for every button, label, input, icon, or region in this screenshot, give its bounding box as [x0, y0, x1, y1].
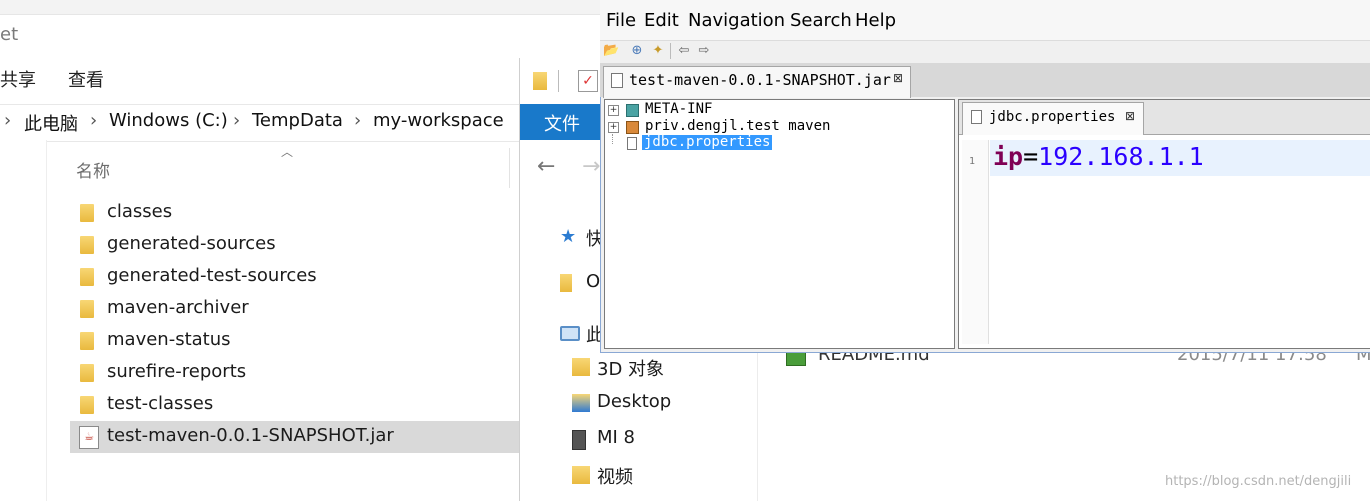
- forward-arrow-icon[interactable]: ⇨: [696, 43, 712, 59]
- tab-label: jdbc.properties: [989, 109, 1116, 125]
- folder-icon: [533, 72, 547, 90]
- column-header-name[interactable]: 名称: [76, 157, 110, 182]
- chevron-right-icon: ›: [90, 110, 98, 131]
- chevron-right-icon: ›: [4, 110, 12, 131]
- tree-label: META-INF: [645, 101, 713, 117]
- folder-icon: [80, 236, 94, 254]
- folder-icon: [80, 300, 94, 318]
- forward-arrow-icon[interactable]: →: [582, 154, 600, 179]
- window-title-fragment: et: [0, 24, 19, 45]
- chevron-right-icon: ›: [354, 110, 362, 131]
- nav-label: 视频: [597, 467, 633, 488]
- video-icon: [572, 466, 590, 484]
- file-name: test-maven-0.0.1-SNAPSHOT.jar: [107, 425, 394, 446]
- tree-label: priv.dengjl.test maven: [645, 118, 831, 134]
- tab-label: test-maven-0.0.1-SNAPSHOT.jar: [629, 71, 891, 89]
- nav-item-3d-objects[interactable]: 3D 对象: [572, 352, 757, 384]
- toolbar-separator: [670, 43, 671, 59]
- menu-navigation[interactable]: Navigation: [688, 10, 785, 31]
- tree-label: jdbc.properties: [642, 134, 773, 150]
- folder-icon: [80, 332, 94, 350]
- folder-icon: [80, 396, 94, 414]
- nav-label: Desktop: [597, 391, 672, 412]
- file-row-jar[interactable]: ☕ test-maven-0.0.1-SNAPSHOT.jar: [70, 421, 520, 453]
- nav-label: MI 8: [597, 427, 636, 448]
- folder-icon: [80, 268, 94, 286]
- close-icon[interactable]: ⊠: [1125, 109, 1135, 123]
- property-equals: =: [1023, 142, 1039, 171]
- file-name: maven-archiver: [107, 297, 249, 318]
- folder-icon: [80, 364, 94, 382]
- file-row-generated-sources[interactable]: generated-sources: [70, 229, 520, 261]
- phone-icon: [572, 430, 586, 450]
- nav-item-videos[interactable]: 视频: [572, 460, 757, 492]
- code-line[interactable]: ip=192.168.1.1: [993, 142, 1204, 171]
- file-row-test-classes[interactable]: test-classes: [70, 389, 520, 421]
- nav-item-desktop[interactable]: Desktop: [572, 388, 757, 420]
- jar-icon: ☕: [79, 426, 99, 449]
- computer-icon: [560, 326, 580, 341]
- breadcrumb-my-workspace[interactable]: my-workspace: [373, 110, 504, 131]
- close-icon[interactable]: ⊠: [893, 71, 903, 85]
- line-gutter: [962, 140, 989, 344]
- file-name: test-classes: [107, 393, 214, 414]
- breadcrumb-tempdata[interactable]: TempData: [252, 110, 343, 131]
- ribbon-tab-view[interactable]: 查看: [68, 66, 104, 92]
- file-icon: [971, 110, 982, 124]
- back-arrow-icon[interactable]: ⇦: [676, 43, 692, 59]
- toolbar: [600, 40, 1370, 63]
- menu-edit[interactable]: Edit: [644, 10, 679, 31]
- 3d-objects-icon: [572, 358, 590, 376]
- file-row-classes[interactable]: classes: [70, 197, 520, 229]
- chevron-right-icon: ›: [233, 110, 241, 131]
- file-row-maven-archiver[interactable]: maven-archiver: [70, 293, 520, 325]
- nav-label: 3D 对象: [597, 359, 665, 380]
- property-key: ip: [993, 142, 1024, 171]
- open-file-icon[interactable]: 📂: [603, 43, 619, 59]
- desktop-icon: [572, 394, 590, 412]
- file-row-generated-test-sources[interactable]: generated-test-sources: [70, 261, 520, 293]
- ribbon-tab-share[interactable]: 共享: [0, 66, 36, 92]
- ribbon-tab-file-label: 文件: [544, 114, 580, 135]
- menu-help[interactable]: Help: [855, 10, 896, 31]
- line-number: 1: [969, 156, 976, 167]
- file-name: maven-status: [107, 329, 231, 350]
- jar-icon: [611, 73, 623, 88]
- package-icon: [626, 121, 639, 134]
- column-divider[interactable]: [509, 148, 510, 188]
- explorer-title-strip: [0, 0, 600, 15]
- editor-pane: [958, 99, 1370, 349]
- tab-jdbc-properties[interactable]: jdbc.properties ⊠: [962, 102, 1144, 135]
- nav-item-mi8[interactable]: MI 8: [572, 424, 757, 456]
- watermark-text: https://blog.csdn.net/dengjili: [1165, 474, 1352, 489]
- tree-connector: [612, 134, 614, 144]
- menu-search[interactable]: Search: [790, 10, 852, 31]
- sort-ascending-icon: ︿: [281, 145, 294, 159]
- file-name: classes: [107, 201, 173, 222]
- back-arrow-icon[interactable]: ←: [537, 154, 555, 179]
- file-row-surefire-reports[interactable]: surefire-reports: [70, 357, 520, 389]
- property-value: 192.168.1.1: [1038, 142, 1204, 171]
- file-row-maven-status[interactable]: maven-status: [70, 325, 520, 357]
- package-icon: [626, 104, 639, 117]
- expand-icon[interactable]: +: [608, 122, 619, 133]
- search-type-icon[interactable]: ✦: [650, 43, 666, 59]
- file-name: surefire-reports: [107, 361, 247, 382]
- file-name: generated-test-sources: [107, 265, 317, 286]
- folder-icon: [80, 204, 94, 222]
- open-classpath-icon[interactable]: ⊕: [629, 43, 645, 59]
- file-icon: [627, 137, 637, 150]
- expand-icon[interactable]: +: [608, 105, 619, 116]
- star-icon: ★: [560, 226, 577, 247]
- properties-check-icon[interactable]: ✓: [578, 70, 598, 92]
- toolbar-separator: [558, 70, 559, 92]
- breadcrumb-this-pc[interactable]: 此电脑: [24, 110, 78, 136]
- nav-label: O: [586, 271, 601, 292]
- tab-jar-file[interactable]: test-maven-0.0.1-SNAPSHOT.jar ⊠: [603, 66, 911, 98]
- menu-file[interactable]: File: [606, 10, 636, 31]
- folder-icon: [560, 274, 572, 292]
- file-name: generated-sources: [107, 233, 276, 254]
- navigation-rail: [0, 140, 47, 501]
- breadcrumb-windows-c[interactable]: Windows (C:): [109, 110, 228, 131]
